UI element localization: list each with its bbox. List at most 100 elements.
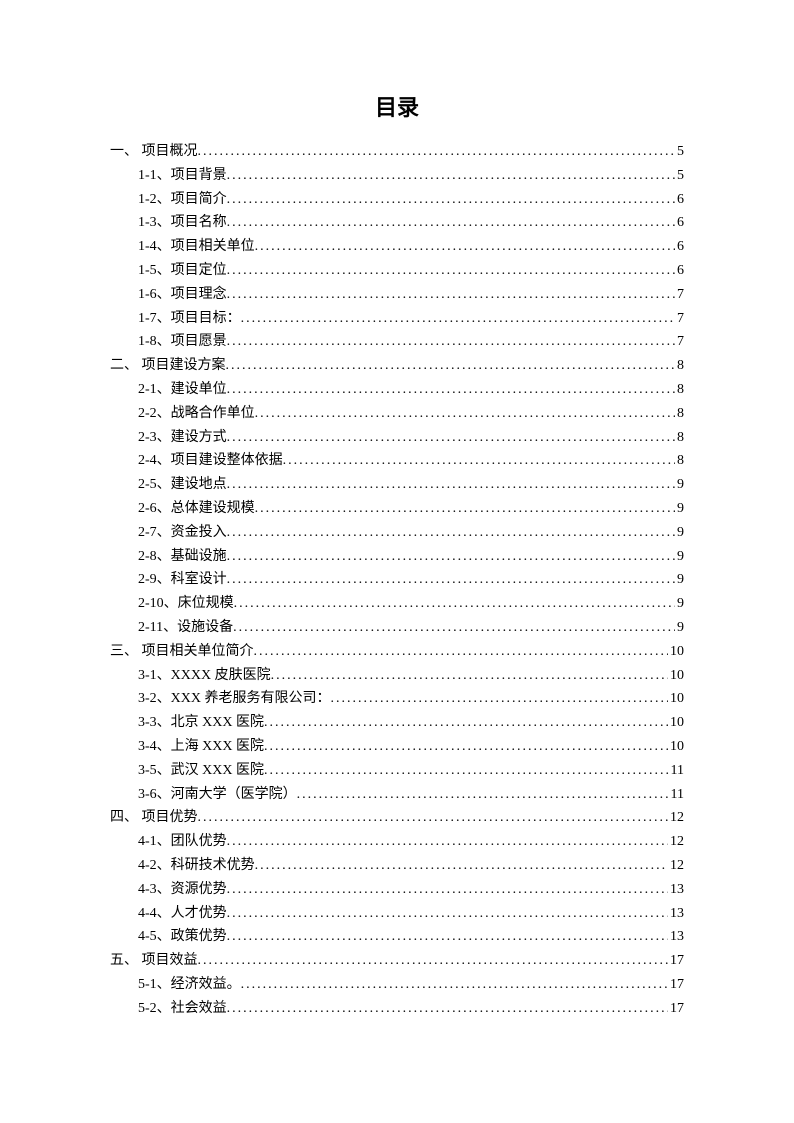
toc-leader-dots <box>198 806 669 830</box>
toc-entry-label: 3-3、北京 XXX 医院 <box>138 711 264 735</box>
toc-entry-number: 4-1、 <box>138 834 171 849</box>
toc-entry-page: 7 <box>675 330 684 354</box>
toc-entry: 3-3、北京 XXX 医院10 <box>110 711 684 735</box>
toc-entry: 四、 项目优势12 <box>110 806 684 830</box>
toc-leader-dots <box>234 592 675 616</box>
toc-entry-label: 3-6、河南大学（医学院） <box>138 783 297 807</box>
toc-entry-text: 总体建设规模 <box>171 501 255 516</box>
toc-entry-label: 2-8、基础设施 <box>138 545 227 569</box>
toc-entry-label: 1-2、项目简介 <box>138 188 227 212</box>
toc-leader-dots <box>227 211 675 235</box>
toc-entry: 一、 项目概况5 <box>110 140 684 164</box>
toc-entry: 4-4、人才优势 13 <box>110 902 684 926</box>
toc-leader-dots <box>227 521 675 545</box>
toc-leader-dots <box>227 259 675 283</box>
toc-leader-dots <box>255 235 675 259</box>
toc-entry-page: 9 <box>675 497 684 521</box>
toc-title: 目录 <box>110 90 684 122</box>
toc-entry-number: 2-1、 <box>138 382 171 397</box>
toc-entry: 4-3、资源优势13 <box>110 878 684 902</box>
toc-entry: 三、 项目相关单位简介10 <box>110 640 684 664</box>
toc-entry: 2-10、床位规模9 <box>110 592 684 616</box>
toc-entry-label: 1-5、项目定位 <box>138 259 227 283</box>
toc-leader-dots <box>227 902 668 926</box>
toc-entry-label: 2-10、床位规模 <box>138 592 234 616</box>
toc-leader-dots <box>255 402 675 426</box>
toc-entry-page: 11 <box>669 783 684 807</box>
toc-entry-number: 3-6、 <box>138 787 171 802</box>
toc-entry-page: 7 <box>675 283 684 307</box>
toc-leader-dots <box>227 330 675 354</box>
toc-entry-page: 6 <box>675 259 684 283</box>
toc-entry-label: 二、 项目建设方案 <box>110 354 226 378</box>
toc-entry-text: 项目相关单位简介 <box>142 644 254 659</box>
toc-entry-number: 4-5、 <box>138 929 171 944</box>
toc-entry-page: 17 <box>668 949 684 973</box>
toc-leader-dots <box>227 568 675 592</box>
toc-leader-dots <box>227 473 675 497</box>
toc-container: 一、 项目概况51-1、项目背景51-2、项目简介61-3、项目名称61-4、项… <box>110 140 684 1020</box>
toc-entry: 2-1、建设单位8 <box>110 378 684 402</box>
toc-entry-text: 项目定位 <box>171 263 227 278</box>
toc-leader-dots <box>227 925 668 949</box>
toc-entry-number: 3-5、 <box>138 763 171 778</box>
toc-entry-number: 一、 <box>110 144 138 159</box>
toc-entry-label: 三、 项目相关单位简介 <box>110 640 254 664</box>
toc-entry-text: 社会效益 <box>171 1001 227 1016</box>
toc-entry-number: 2-2、 <box>138 406 171 421</box>
toc-entry-label: 4-4、人才优势 <box>138 902 227 926</box>
toc-entry: 2-11、设施设备9 <box>110 616 684 640</box>
toc-leader-dots <box>283 449 675 473</box>
toc-entry-number: 1-3、 <box>138 215 171 230</box>
toc-entry: 五、 项目效益17 <box>110 949 684 973</box>
toc-entry-label: 2-6、总体建设规模 <box>138 497 255 521</box>
toc-entry-label: 2-5、建设地点 <box>138 473 227 497</box>
toc-entry-number: 2-10、 <box>138 596 178 611</box>
toc-entry-number: 2-9、 <box>138 572 171 587</box>
toc-leader-dots <box>233 616 675 640</box>
toc-leader-dots <box>227 545 675 569</box>
toc-entry-page: 12 <box>668 854 684 878</box>
toc-entry-text: 资金投入 <box>171 525 227 540</box>
toc-entry: 3-1、XXXX 皮肤医院10 <box>110 664 684 688</box>
toc-entry-number: 2-11、 <box>138 620 177 635</box>
toc-entry-text: 设施设备 <box>177 620 233 635</box>
toc-entry-text: 床位规模 <box>178 596 234 611</box>
toc-entry-number: 2-3、 <box>138 430 171 445</box>
toc-leader-dots <box>227 878 668 902</box>
toc-entry: 2-2、战略合作单位8 <box>110 402 684 426</box>
toc-leader-dots <box>198 140 676 164</box>
toc-entry-page: 5 <box>675 140 684 164</box>
toc-entry-number: 1-8、 <box>138 334 171 349</box>
toc-entry: 4-2、科研技术优势12 <box>110 854 684 878</box>
toc-entry-number: 三、 <box>110 644 138 659</box>
toc-entry-page: 13 <box>668 902 684 926</box>
toc-entry-page: 8 <box>675 378 684 402</box>
toc-entry: 1-1、项目背景5 <box>110 164 684 188</box>
toc-entry-text: 河南大学（医学院） <box>171 787 297 802</box>
toc-entry-label: 4-5、政策优势 <box>138 925 227 949</box>
toc-entry: 2-6、总体建设规模 9 <box>110 497 684 521</box>
toc-entry-number: 2-4、 <box>138 453 171 468</box>
toc-entry-text: 北京 XXX 医院 <box>171 715 264 730</box>
toc-entry-number: 2-8、 <box>138 549 171 564</box>
toc-leader-dots <box>254 640 669 664</box>
toc-entry-label: 3-5、武汉 XXX 医院 <box>138 759 264 783</box>
toc-entry-label: 1-7、项目目标： <box>138 307 241 331</box>
toc-leader-dots <box>255 497 675 521</box>
toc-entry: 2-7、资金投入9 <box>110 521 684 545</box>
toc-entry-page: 6 <box>675 211 684 235</box>
toc-entry: 2-8、基础设施9 <box>110 545 684 569</box>
toc-entry-text: 项目简介 <box>171 192 227 207</box>
toc-entry-text: 项目优势 <box>142 810 198 825</box>
toc-entry-label: 5-2、社会效益 <box>138 997 227 1021</box>
toc-entry: 3-5、武汉 XXX 医院11 <box>110 759 684 783</box>
toc-entry-label: 2-4、项目建设整体依据 <box>138 449 283 473</box>
toc-leader-dots <box>297 783 669 807</box>
toc-entry-page: 7 <box>675 307 684 331</box>
toc-entry-text: 武汉 XXX 医院 <box>171 763 264 778</box>
toc-entry-number: 4-2、 <box>138 858 171 873</box>
toc-entry: 1-2、项目简介6 <box>110 188 684 212</box>
toc-entry-page: 6 <box>675 235 684 259</box>
toc-entry-page: 13 <box>668 925 684 949</box>
